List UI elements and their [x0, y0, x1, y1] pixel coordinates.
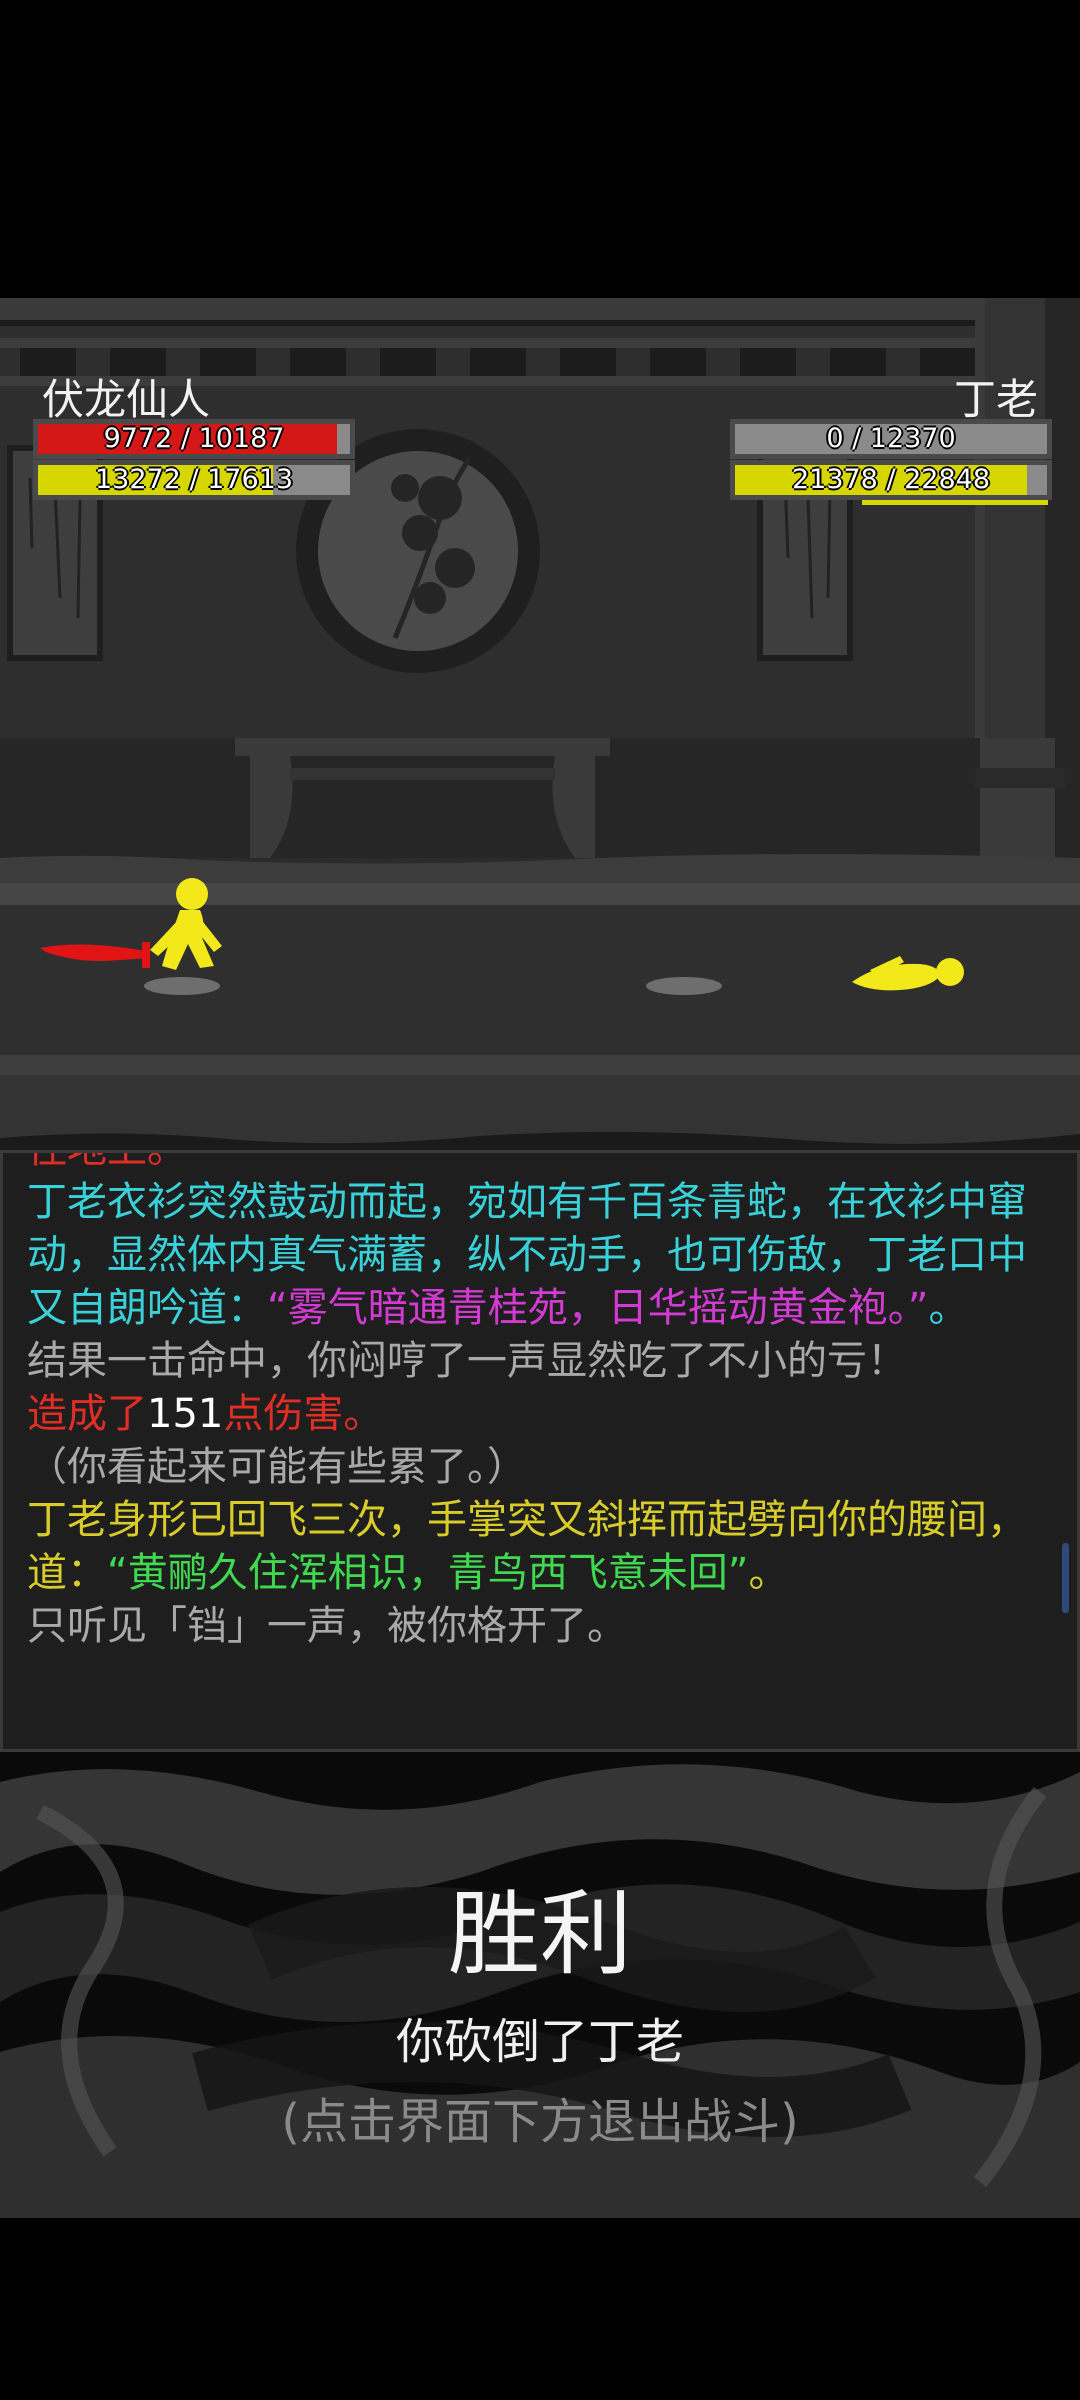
- log-segment: 只听见「铛」一声，被你格开了。: [27, 1603, 627, 1649]
- log-segment: 。: [748, 1550, 789, 1596]
- player-mp-text: 13272 / 17613: [94, 464, 294, 495]
- player-name: 伏龙仙人: [42, 375, 211, 424]
- victory-title: 胜利: [447, 1881, 632, 1988]
- enemy-name: 丁老: [953, 375, 1038, 424]
- player-mp-bar: 13272 / 17613: [33, 460, 355, 500]
- log-segment: “雾气暗通青桂苑，日华摇动黄金袍。”: [267, 1285, 929, 1331]
- enemy-hp-bar: 0 / 12370: [730, 419, 1052, 459]
- log-segment: 结果一击命中，你闷哼了一声显然吃了不小的亏！: [27, 1338, 907, 1384]
- battle-scene: 伏龙仙人 9772 / 10187 13272 / 17613 丁老 0 / 1…: [0, 298, 1080, 1150]
- log-content: 住地上。 丁老衣衫突然鼓动而起，宛如有千百条青蛇，在衣衫中窜动，显然体内真气满蓄…: [3, 1153, 1077, 1653]
- log-segment: 造成了: [27, 1391, 147, 1437]
- log-scrollbar[interactable]: [1062, 1543, 1069, 1613]
- log-segment: 151: [147, 1391, 224, 1437]
- exit-battle-hint[interactable]: (点击界面下方退出战斗): [0, 2082, 1080, 2152]
- log-segment: 。: [928, 1285, 969, 1331]
- enemy-figure-defeated: [852, 956, 964, 991]
- enemy-stamina-line: [862, 500, 1048, 505]
- log-segment: 点伤害。: [223, 1391, 384, 1437]
- log-entries: 丁老衣衫突然鼓动而起，宛如有千百条青蛇，在衣衫中窜动，显然体内真气满蓄，纵不动手…: [3, 1176, 1077, 1653]
- log-line: （你看起来可能有些累了。）: [3, 1441, 1037, 1494]
- log-line: 丁老身形已回飞三次，手掌突又斜挥而起劈向你的腰间，道：“黄鹂久住浑相识，青鸟西飞…: [3, 1494, 1037, 1600]
- log-segment: “黄鹂久住浑相识，青鸟西飞意未回”: [107, 1550, 749, 1596]
- victory-message: 你砍倒了丁老: [395, 2014, 684, 2070]
- player-hp-text: 9772 / 10187: [103, 423, 285, 454]
- log-line: 只听见「铛」一声，被你格开了。: [3, 1600, 1037, 1653]
- victory-panel[interactable]: 胜利 你砍倒了丁老 (点击界面下方退出战斗): [0, 1752, 1080, 2218]
- log-line: 丁老衣衫突然鼓动而起，宛如有千百条青蛇，在衣衫中窜动，显然体内真气满蓄，纵不动手…: [3, 1176, 1037, 1335]
- player-shadow: [144, 977, 220, 995]
- enemy-hp-text: 0 / 12370: [826, 423, 956, 454]
- enemy-mp-text: 21378 / 22848: [791, 464, 991, 495]
- log-line: 结果一击命中，你闷哼了一声显然吃了不小的亏！: [3, 1335, 1037, 1388]
- sword-icon: [40, 944, 150, 961]
- enemy-mp-bar: 21378 / 22848: [730, 460, 1052, 500]
- fighters-layer: [40, 878, 964, 995]
- log-line: 造成了151点伤害。: [3, 1388, 1037, 1441]
- player-hp-bar: 9772 / 10187: [33, 419, 355, 459]
- battle-log[interactable]: 住地上。 丁老衣衫突然鼓动而起，宛如有千百条青蛇，在衣衫中窜动，显然体内真气满蓄…: [0, 1150, 1080, 1752]
- log-line-cut: 住地上。: [3, 1153, 1037, 1176]
- player-figure: [150, 878, 222, 970]
- log-segment: （你看起来可能有些累了。）: [27, 1444, 527, 1490]
- enemy-shadow: [646, 977, 722, 995]
